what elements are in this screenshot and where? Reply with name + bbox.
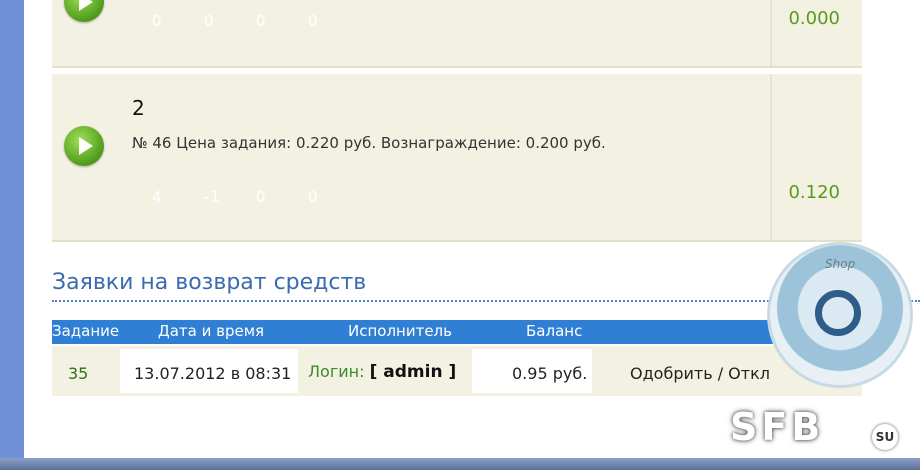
stat-value: 0: [308, 12, 319, 30]
column-header-task: Задание: [52, 322, 120, 340]
task-amount: 0.120: [788, 182, 840, 203]
task-amount: 0.000: [788, 8, 840, 29]
stat-value: 4: [152, 188, 163, 206]
cell-datetime: 13.07.2012 в 08:31: [134, 364, 292, 383]
approve-reject-link[interactable]: Одобрить / Откл: [630, 364, 770, 383]
task-card-divider: [770, 74, 772, 240]
stat-value: 0: [204, 12, 215, 30]
section-title-refunds: Заявки на возврат средств: [52, 270, 367, 295]
shop-badge-watermark: Shop: [770, 245, 910, 385]
stat-value: 0: [256, 188, 267, 206]
task-card-divider: [770, 0, 772, 66]
column-header-executor: Исполнитель: [348, 322, 452, 340]
stat-value: 0: [256, 12, 267, 30]
badge-shop-text: Shop: [825, 257, 856, 271]
left-border-strip: [0, 0, 24, 460]
stat-value: -1: [204, 188, 221, 206]
task-stats: 4 -1 0 0: [152, 188, 360, 206]
cell-executor: Логин: [ admin ]: [308, 362, 456, 382]
column-header-datetime: Дата и время: [158, 322, 265, 340]
task-card-2: 2 № 46 Цена задания: 0.220 руб. Вознагра…: [52, 74, 862, 242]
task-number: 2: [132, 96, 145, 120]
cell-balance: 0.95 руб.: [512, 364, 588, 383]
login-label: Логин:: [308, 362, 365, 381]
logo-tld-badge: SU: [872, 424, 898, 450]
bottom-window-border: [0, 458, 920, 470]
table-row: 35 13.07.2012 в 08:31 Логин: [ admin ] 0…: [52, 346, 862, 396]
task-details: № 46 Цена задания: 0.220 руб. Вознагражд…: [132, 134, 606, 152]
task-stats: 0 0 0 0: [152, 12, 360, 30]
play-icon[interactable]: [64, 0, 104, 22]
task-card-1: 0 0 0 0 0.000: [52, 0, 862, 68]
login-link[interactable]: [ admin ]: [370, 362, 457, 382]
gear-icon: [815, 290, 861, 336]
stat-value: 0: [308, 188, 319, 206]
column-header-balance: Баланс: [526, 322, 583, 340]
stat-value: 0: [152, 12, 163, 30]
cell-task: 35: [68, 364, 89, 383]
site-logo-watermark: SFB: [730, 405, 825, 449]
play-icon[interactable]: [64, 126, 104, 166]
refunds-table-header: Задание Дата и время Исполнитель Баланс: [52, 320, 862, 344]
